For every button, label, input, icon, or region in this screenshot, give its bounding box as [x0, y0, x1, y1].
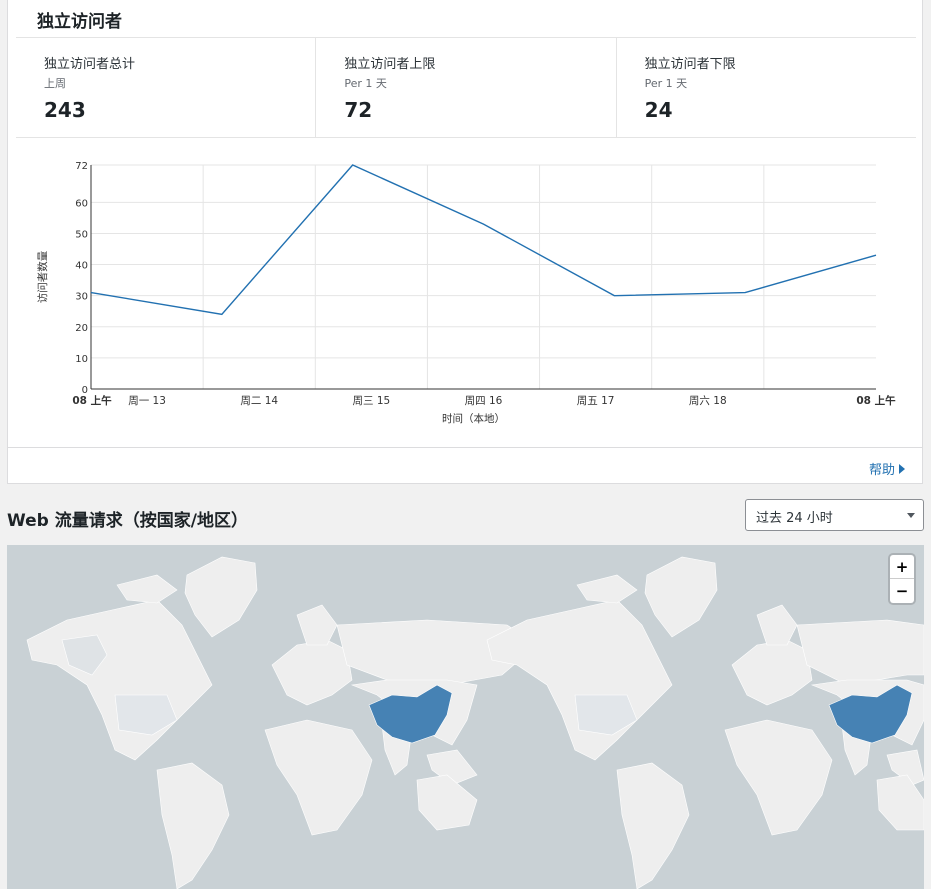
- y-tick-label: 72: [75, 161, 88, 172]
- y-axis-label: 访问者数量: [36, 250, 49, 303]
- chevron-down-icon: [907, 513, 915, 518]
- y-tick-label: 60: [75, 198, 88, 209]
- map-canada-islands-2: [576, 574, 638, 604]
- time-range-value: 过去 24 小时: [756, 511, 833, 526]
- panel-title: 独立访问者: [37, 12, 122, 32]
- map-australia: [416, 774, 478, 831]
- map-africa: [264, 719, 373, 836]
- map-north-america-2: [486, 599, 673, 761]
- x-tick-label: 周六 18: [689, 395, 727, 407]
- stat-value: 24: [644, 98, 673, 122]
- x-tick-label: 周二 14: [240, 395, 278, 407]
- visitors-chart-svg: 01020304050607208 上午 周一 13 周二 14 周三 15 周四 16…: [36, 161, 896, 425]
- map-greenland: [184, 556, 258, 638]
- visitors-line: [90, 164, 877, 316]
- map-europe: [271, 639, 353, 706]
- map-south-america: [156, 762, 230, 889]
- traffic-section-title: Web 流量请求（按国家/地区）: [7, 511, 248, 531]
- x-tick-label: 08 上午: [72, 394, 112, 407]
- x-tick-label: 周三 15: [353, 395, 391, 407]
- x-axis-label: 时间（本地）: [442, 412, 505, 425]
- map-africa-2: [724, 719, 833, 836]
- world-map[interactable]: + −: [7, 545, 924, 889]
- stat-sub: 上周: [44, 77, 66, 90]
- help-link[interactable]: 帮助: [869, 459, 905, 478]
- stat-value: 243: [44, 98, 86, 122]
- stat-max: 独立访问者上限 Per 1 天 72: [316, 38, 617, 137]
- map-greenland-2: [644, 556, 718, 638]
- footer-divider: [8, 447, 922, 448]
- stat-label: 独立访问者下限: [644, 57, 736, 72]
- y-tick-label: 20: [75, 323, 88, 334]
- x-tick-label: 08 上午: [856, 394, 896, 407]
- stat-value: 72: [344, 98, 373, 122]
- help-label: 帮助: [868, 463, 895, 478]
- stat-sub: Per 1 天: [344, 77, 387, 90]
- x-tick-label: 周四 16: [465, 395, 503, 407]
- stat-label: 独立访问者总计: [44, 57, 136, 72]
- zoom-in-button[interactable]: +: [890, 555, 914, 579]
- map-europe-2: [731, 639, 813, 706]
- map-scandinavia-2: [756, 604, 798, 646]
- map-russia-2: [796, 619, 924, 686]
- map-scandinavia: [296, 604, 338, 646]
- x-tick-label: 周一 13: [128, 395, 166, 407]
- map-north-america: [26, 599, 213, 761]
- world-map-svg: [26, 556, 924, 889]
- stat-label: 独立访问者上限: [344, 57, 436, 72]
- y-tick-label: 40: [75, 261, 88, 272]
- stat-total: 独立访问者总计 上周 243: [16, 38, 317, 137]
- visitors-chart: 0 10 20 30 40 50 60 72 08 上午 周一 13 周二 14 周三 15 周四 16…: [8, 149, 924, 439]
- time-range-select[interactable]: 过去 24 小时: [745, 499, 924, 531]
- y-tick-label: 10: [75, 354, 88, 365]
- stat-min: 独立访问者下限 Per 1 天 24: [617, 38, 916, 137]
- y-tick-label: 50: [75, 229, 88, 240]
- map-south-america-2: [616, 762, 690, 889]
- stat-sub: Per 1 天: [644, 77, 688, 90]
- caret-right-icon: [899, 463, 905, 474]
- x-tick-label: 周五 17: [577, 395, 615, 407]
- stats-row: 独立访问者总计 上周 243 独立访问者上限 Per 1 天 72 独立访问者下…: [16, 38, 916, 138]
- map-canada-islands: [116, 574, 178, 604]
- map-zoom-controls: + −: [890, 555, 914, 603]
- unique-visitors-panel: 独立访问者 独立访问者总计 上周 243 独立访问者上限 Per 1 天 72 …: [7, 0, 923, 484]
- y-tick-label: 30: [75, 292, 88, 303]
- zoom-out-button[interactable]: −: [890, 579, 914, 603]
